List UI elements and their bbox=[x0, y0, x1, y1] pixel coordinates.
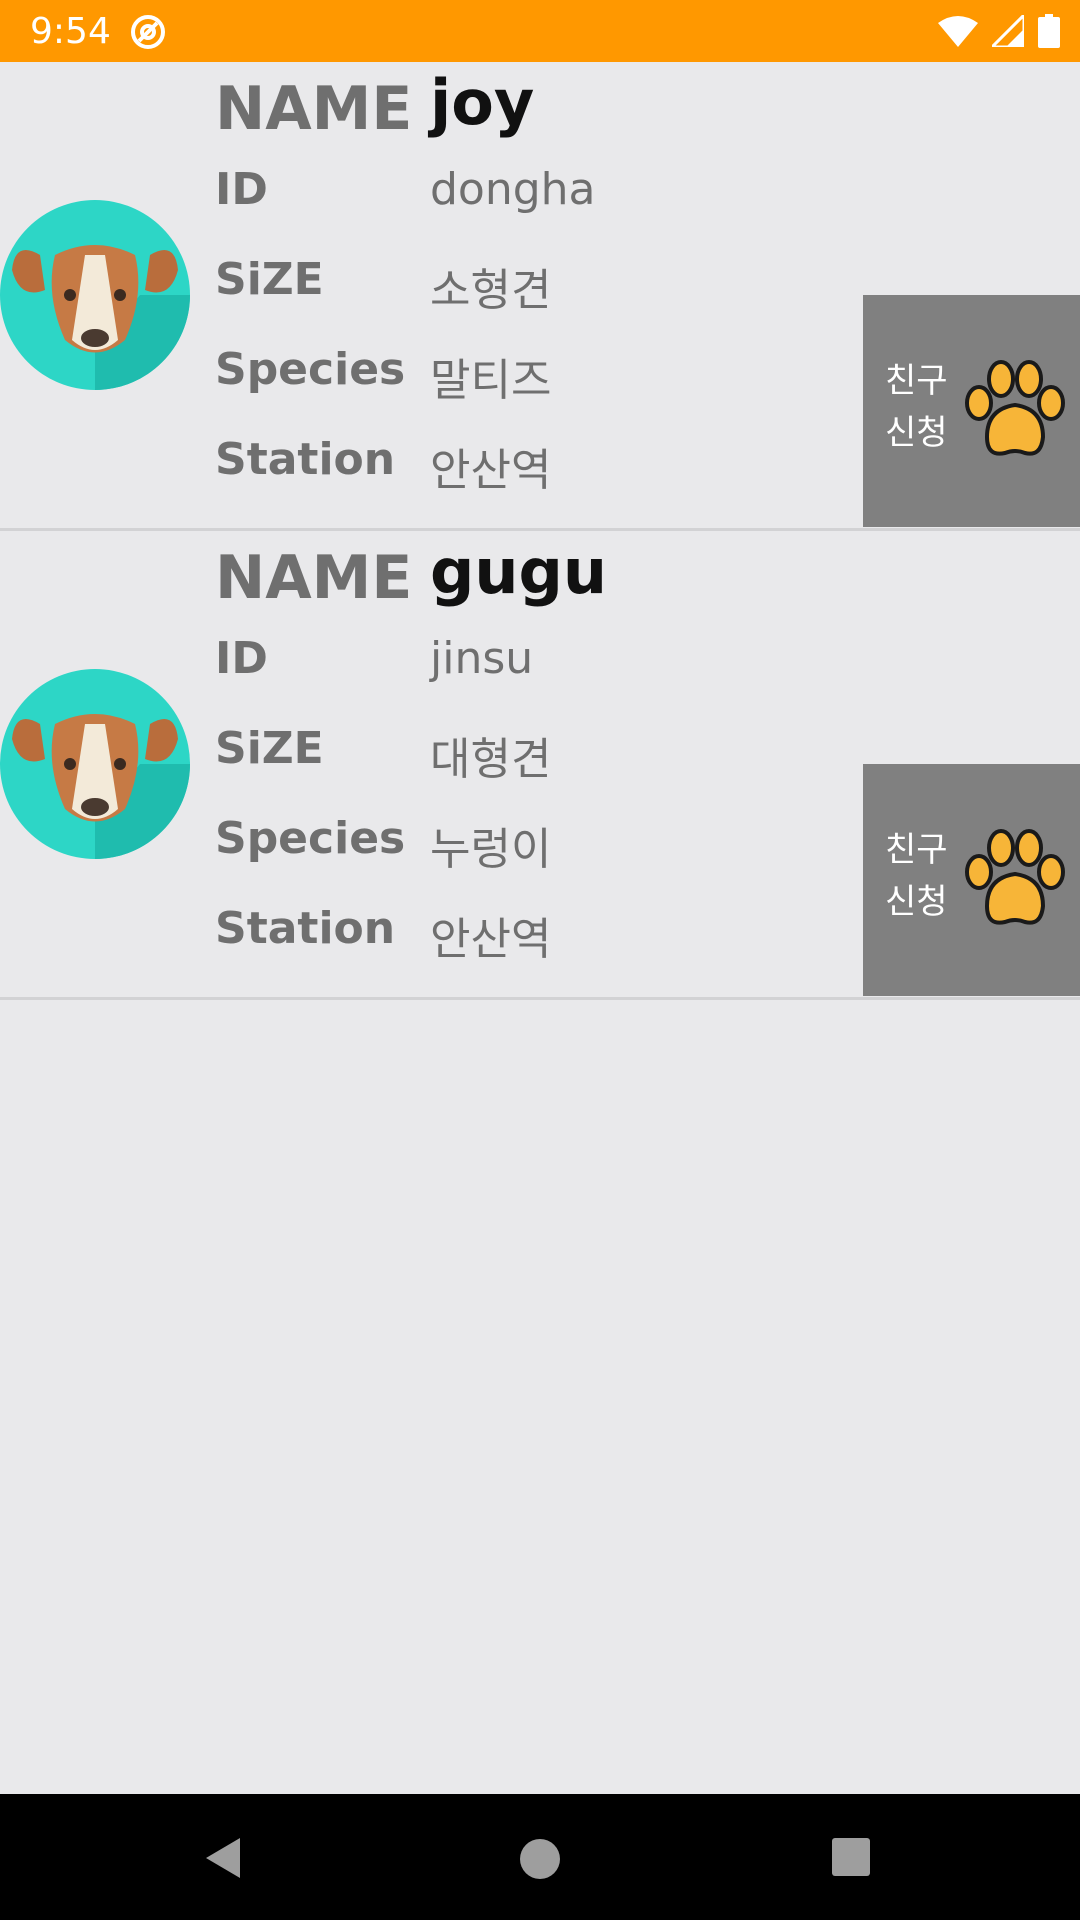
species-value: 말티즈 bbox=[430, 355, 552, 406]
id-label: ID bbox=[215, 633, 268, 684]
list-item[interactable]: NAME gugu ID jinsu SiZE 대형견 Species 누렁이 … bbox=[0, 531, 1080, 1000]
wifi-icon bbox=[938, 16, 978, 47]
back-icon[interactable] bbox=[200, 1834, 248, 1882]
station-label: Station bbox=[215, 434, 396, 485]
size-value: 대형견 bbox=[430, 734, 552, 785]
signal-icon bbox=[992, 15, 1024, 47]
name-value: joy bbox=[430, 66, 535, 139]
id-value: jinsu bbox=[430, 633, 534, 684]
species-label: Species bbox=[215, 813, 406, 864]
size-label: SiZE bbox=[215, 723, 324, 774]
home-icon[interactable] bbox=[517, 1836, 563, 1882]
paw-icon bbox=[965, 829, 1065, 925]
status-icons bbox=[938, 12, 1060, 50]
name-label: NAME bbox=[215, 74, 413, 144]
friend-request-label: 친구 신청 bbox=[885, 830, 948, 922]
id-value: dongha bbox=[430, 164, 596, 215]
friend-list: NAME joy ID dongha SiZE 소형견 Species 말티즈 … bbox=[0, 62, 1080, 1000]
status-time: 9:54 bbox=[30, 11, 111, 52]
dog-icon bbox=[0, 200, 190, 390]
station-label: Station bbox=[215, 903, 396, 954]
station-value: 안산역 bbox=[430, 445, 552, 496]
paw-icon bbox=[965, 360, 1065, 456]
station-value: 안산역 bbox=[430, 914, 552, 965]
battery-icon bbox=[1038, 14, 1060, 48]
species-label: Species bbox=[215, 344, 406, 395]
size-value: 소형견 bbox=[430, 265, 552, 316]
recents-icon[interactable] bbox=[830, 1836, 872, 1878]
navigation-bar bbox=[0, 1794, 1080, 1920]
name-label: NAME bbox=[215, 543, 413, 613]
friend-request-button[interactable]: 친구 신청 bbox=[863, 295, 1080, 527]
status-bar: 9:54 bbox=[0, 0, 1080, 62]
list-item[interactable]: NAME joy ID dongha SiZE 소형견 Species 말티즈 … bbox=[0, 62, 1080, 531]
at-icon bbox=[131, 15, 165, 49]
id-label: ID bbox=[215, 164, 268, 215]
friend-request-label: 친구 신청 bbox=[885, 361, 948, 453]
friend-request-button[interactable]: 친구 신청 bbox=[863, 764, 1080, 996]
dog-icon bbox=[0, 669, 190, 859]
size-label: SiZE bbox=[215, 254, 324, 305]
name-value: gugu bbox=[430, 535, 608, 608]
species-value: 누렁이 bbox=[430, 824, 552, 875]
